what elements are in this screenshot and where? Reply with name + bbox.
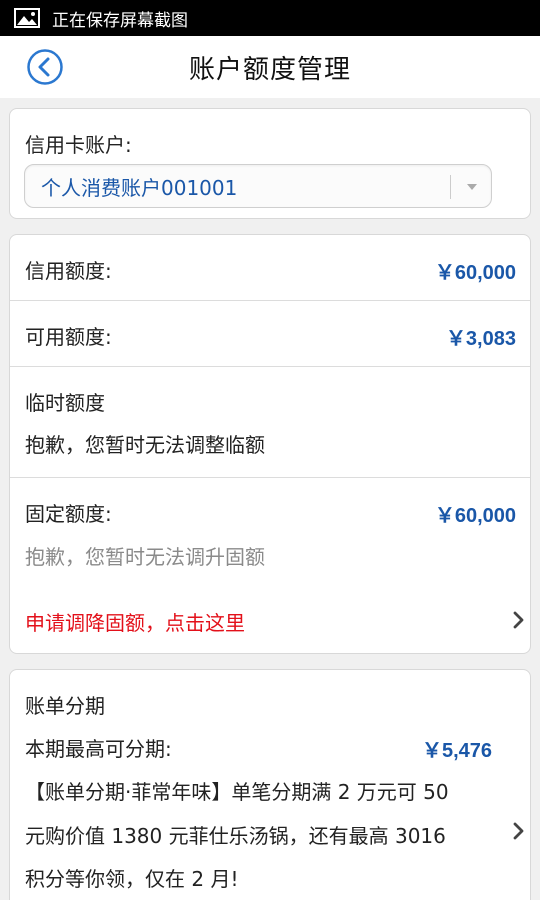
account-select-value: 个人消费账户001001 — [41, 175, 238, 200]
temp-limit-note: 抱歉，您暂时无法调整临额 — [25, 433, 265, 457]
available-limit-value: ￥3,083 — [445, 328, 516, 350]
installment-max-value: ￥5,476 — [422, 740, 493, 762]
account-select[interactable]: 个人消费账户001001 — [24, 164, 492, 208]
account-label: 信用卡账户: — [25, 133, 132, 157]
promo-line: 元购价值 1380 元菲仕乐汤锅，还有最高 3016 — [25, 824, 446, 848]
nav-bar: 账户额度管理 — [0, 36, 540, 98]
page-title: 账户额度管理 — [188, 54, 351, 85]
fixed-limit-note: 抱歉，您暂时无法调升固额 — [25, 545, 265, 569]
chevron-down-icon — [467, 184, 477, 190]
chevron-right-icon — [513, 822, 524, 840]
fixed-limit-value: ￥60,000 — [434, 505, 516, 527]
installment-card[interactable]: 账单分期 本期最高可分期: ￥5,476 【账单分期·菲常年味】单笔分期满 2 … — [9, 669, 531, 900]
temp-limit-label: 临时额度 — [25, 391, 105, 415]
status-bar: 正在保存屏幕截图 — [0, 0, 540, 36]
divider — [10, 477, 530, 478]
promo-line: 积分等你领，仅在 2 月! — [25, 867, 239, 891]
account-card: 信用卡账户: 个人消费账户001001 — [9, 108, 531, 219]
image-icon — [14, 8, 40, 28]
fixed-limit-label: 固定额度: — [25, 502, 112, 526]
back-arrow-icon[interactable] — [26, 48, 64, 86]
status-text: 正在保存屏幕截图 — [52, 10, 188, 31]
select-divider — [450, 175, 451, 199]
available-limit-label: 可用额度: — [25, 325, 112, 349]
chevron-right-icon — [513, 611, 524, 629]
divider — [10, 366, 530, 367]
credit-limit-label: 信用额度: — [25, 259, 112, 283]
promo-line: 【账单分期·菲常年味】单笔分期满 2 万元可 50 — [25, 780, 449, 804]
lower-fixed-limit-text: 申请调降固额，点击这里 — [25, 611, 245, 635]
lower-fixed-limit-link[interactable]: 申请调降固额，点击这里 — [10, 595, 530, 645]
divider — [10, 300, 530, 301]
installment-max-label: 本期最高可分期: — [25, 737, 172, 761]
limits-card: 信用额度: ￥60,000 可用额度: ￥3,083 临时额度 抱歉，您暂时无法… — [9, 234, 531, 654]
credit-limit-value: ￥60,000 — [434, 262, 516, 284]
installment-title: 账单分期 — [25, 694, 105, 718]
